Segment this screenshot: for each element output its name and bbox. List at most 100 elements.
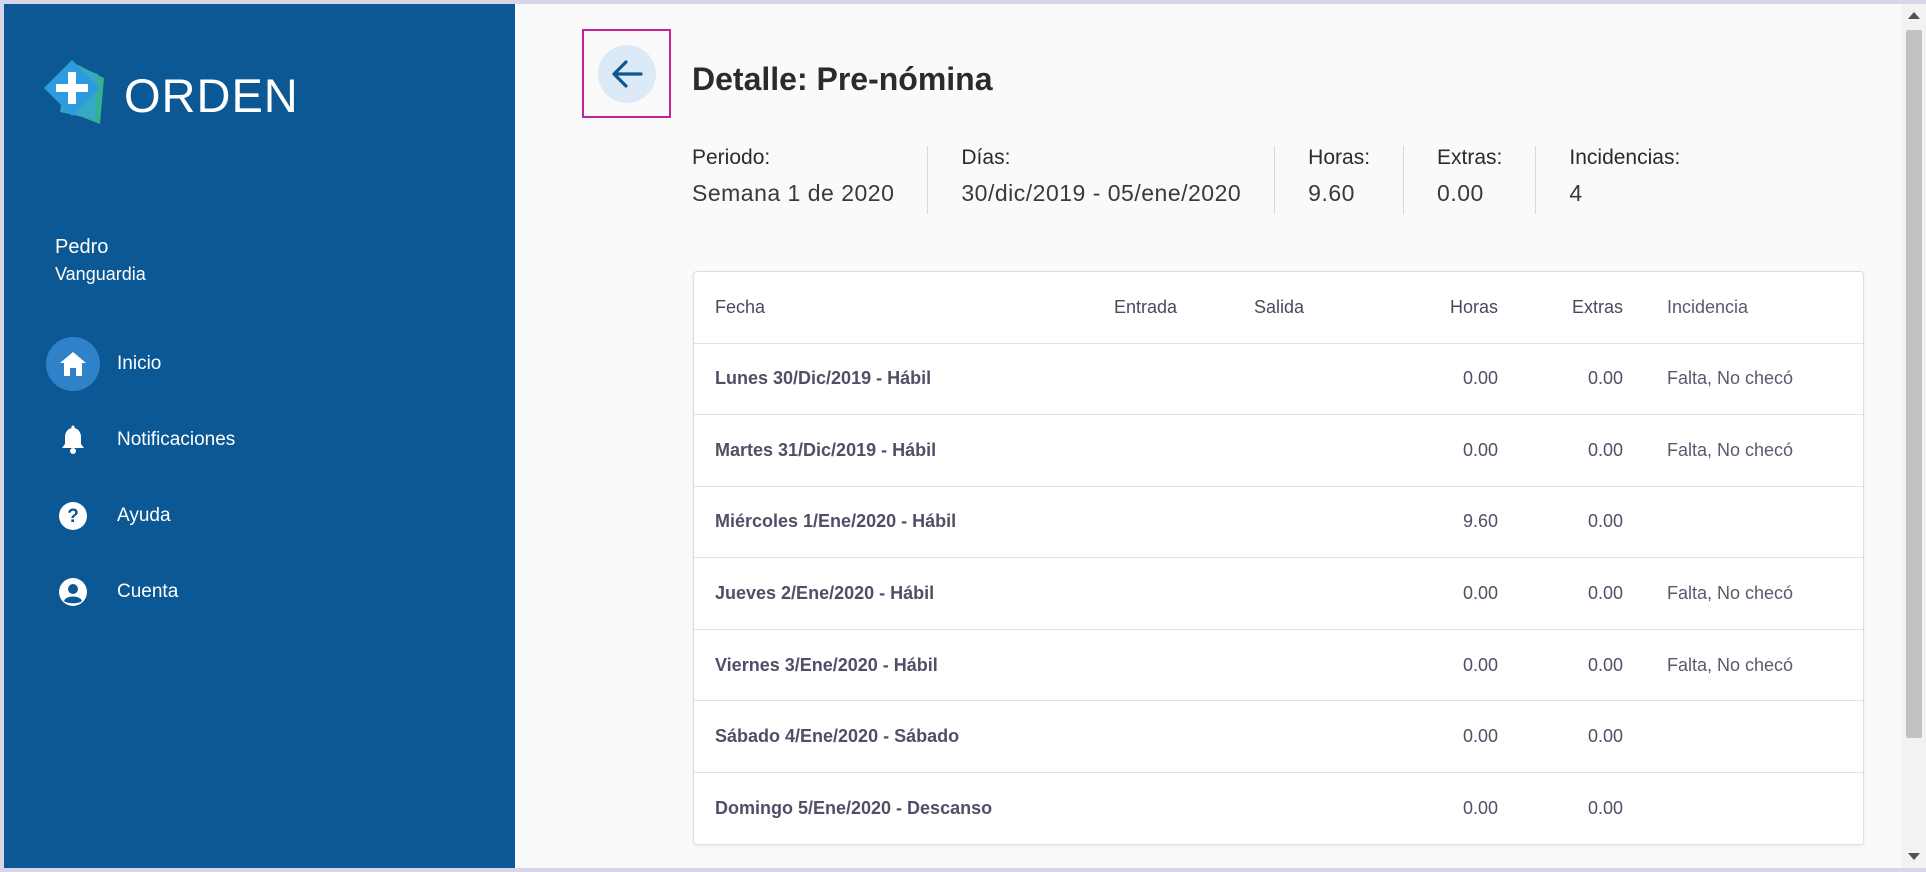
summary-incidencias: Incidencias: 4: [1569, 146, 1713, 214]
summary-horas: Horas: 9.60: [1308, 146, 1405, 214]
back-button[interactable]: [598, 45, 656, 103]
column-header-extras[interactable]: Extras: [1498, 272, 1623, 344]
cell-horas: 0.00: [1395, 557, 1498, 630]
cell-fecha: Domingo 5/Ene/2020 - Descanso: [715, 798, 993, 819]
cell-fecha: Viernes 3/Ene/2020 - Hábil: [694, 629, 1114, 702]
sidebar-item-label: Cuenta: [117, 581, 179, 602]
cell-fecha: Martes 31/Dic/2019 - Hábil: [694, 414, 1114, 487]
sidebar-item-inicio[interactable]: Inicio: [46, 326, 486, 402]
cell-fecha: Jueves 2/Ene/2020 - Hábil: [694, 557, 1114, 630]
cell-salida: [1254, 343, 1395, 416]
summary-label: Horas:: [1308, 146, 1371, 169]
table-row[interactable]: Miércoles 1/Ene/2020 - Hábil 9.60 0.00: [694, 486, 1863, 559]
sidebar: ORDEN Pedro Vanguardia Inicio Notificaci…: [4, 4, 515, 868]
cell-incidencia: [1623, 700, 1863, 774]
summary-value: 0.00: [1437, 180, 1484, 206]
column-header-salida[interactable]: Salida: [1254, 272, 1395, 344]
cell-horas: 0.00: [1395, 629, 1498, 702]
cell-horas: 9.60: [1395, 486, 1498, 559]
summary-label: Incidencias:: [1569, 146, 1681, 169]
account-icon: [46, 565, 100, 619]
column-header-fecha[interactable]: Fecha: [694, 272, 1114, 344]
sidebar-item-notificaciones[interactable]: Notificaciones: [46, 402, 486, 478]
cell-horas: 0.00: [1395, 414, 1498, 487]
scroll-down-icon[interactable]: [1908, 853, 1920, 860]
bell-icon: [46, 413, 100, 467]
cell-entrada: [1114, 343, 1254, 416]
logo: ORDEN: [42, 58, 302, 130]
table-row[interactable]: Sábado 4/Ene/2020 - Sábado 0.00 0.00: [694, 700, 1863, 774]
summary-dias: Días: 30/dic/2019 - 05/ene/2020: [961, 146, 1276, 214]
cell-horas: 0.00: [1395, 343, 1498, 416]
column-header-incidencia[interactable]: Incidencia: [1623, 272, 1863, 344]
cell-salida: [1254, 700, 1395, 774]
attendance-table: Fecha Entrada Salida Horas Extras Incide…: [693, 271, 1864, 845]
column-header-entrada[interactable]: Entrada: [1114, 272, 1254, 344]
sidebar-item-label: Notificaciones: [117, 429, 236, 450]
cell-salida: [1254, 557, 1395, 630]
cell-fecha: Miércoles 1/Ene/2020 - Hábil: [694, 486, 1114, 559]
summary-label: Periodo:: [692, 146, 771, 169]
table-header-row: Fecha Entrada Salida Horas Extras Incide…: [694, 272, 1863, 344]
summary-value: 30/dic/2019 - 05/ene/2020: [961, 180, 1242, 206]
logo-text: ORDEN: [124, 69, 299, 122]
sidebar-item-cuenta[interactable]: Cuenta: [46, 554, 486, 630]
user-first-name: Pedro: [55, 236, 109, 258]
summary-extras: Extras: 0.00: [1437, 146, 1537, 214]
scroll-up-icon[interactable]: [1908, 12, 1920, 19]
home-icon: [46, 337, 100, 391]
table-row[interactable]: Lunes 30/Dic/2019 - Hábil 0.00 0.00 Falt…: [694, 343, 1863, 416]
cell-horas: 0.00: [1462, 798, 1498, 819]
arrow-left-icon: [612, 60, 643, 88]
column-header-horas[interactable]: Horas: [1395, 272, 1498, 344]
sidebar-item-label: Inicio: [117, 353, 162, 374]
summary-value: 9.60: [1308, 180, 1355, 206]
cell-extras: 0.00: [1498, 414, 1623, 487]
table-row[interactable]: Viernes 3/Ene/2020 - Hábil 0.00 0.00 Fal…: [694, 629, 1863, 702]
cell-incidencia: Falta, No checó: [1623, 557, 1863, 630]
sidebar-item-label: Ayuda: [117, 505, 171, 526]
cell-salida: [1254, 629, 1395, 702]
scrollbar-thumb[interactable]: [1906, 30, 1922, 738]
svg-text:?: ?: [67, 506, 79, 527]
cell-entrada: [1114, 629, 1254, 702]
sidebar-item-ayuda[interactable]: ? Ayuda: [46, 478, 486, 554]
cell-incidencia: [1623, 486, 1863, 559]
cell-incidencia: Falta, No checó: [1623, 629, 1863, 702]
main-content: Detalle: Pre-nómina Periodo: Semana 1 de…: [515, 4, 1901, 868]
summary-label: Días:: [961, 146, 1011, 169]
page-title: Detalle: Pre-nómina: [692, 61, 993, 97]
cell-salida: [1254, 414, 1395, 487]
cell-extras: 0.00: [1587, 798, 1623, 819]
cell-entrada: [1114, 773, 1254, 844]
summary-value: Semana 1 de 2020: [692, 180, 895, 206]
cell-incidencia: Falta, No checó: [1623, 343, 1863, 416]
table-row[interactable]: Domingo 5/Ene/2020 - Descanso 0.00 0.00: [694, 773, 1863, 844]
summary-value: 4: [1569, 180, 1583, 206]
cell-horas: 0.00: [1395, 700, 1498, 774]
cell-entrada: [1114, 486, 1254, 559]
cell-extras: 0.00: [1498, 343, 1623, 416]
cell-salida: [1254, 773, 1395, 844]
cell-entrada: [1114, 700, 1254, 774]
back-button-highlight: [582, 29, 671, 118]
sidebar-nav: Inicio Notificaciones ? Ayuda Cuenta: [46, 326, 486, 630]
cell-salida: [1254, 486, 1395, 559]
cell-incidencia: [1623, 773, 1863, 844]
table-row[interactable]: Martes 31/Dic/2019 - Hábil 0.00 0.00 Fal…: [694, 414, 1863, 487]
help-icon: ?: [46, 489, 100, 543]
cell-extras: 0.00: [1498, 629, 1623, 702]
vertical-scrollbar[interactable]: [1901, 4, 1926, 868]
cell-entrada: [1114, 414, 1254, 487]
summary-bar: Periodo: Semana 1 de 2020 Días: 30/dic/2…: [692, 146, 1746, 214]
table-row[interactable]: Jueves 2/Ene/2020 - Hábil 0.00 0.00 Falt…: [694, 557, 1863, 630]
user-last-name: Vanguardia: [55, 264, 146, 284]
logo-mark-icon: [44, 60, 104, 124]
summary-label: Extras:: [1437, 146, 1503, 169]
summary-periodo: Periodo: Semana 1 de 2020: [692, 146, 929, 214]
cell-extras: 0.00: [1498, 700, 1623, 774]
cell-fecha: Lunes 30/Dic/2019 - Hábil: [694, 343, 1114, 416]
cell-entrada: [1114, 557, 1254, 630]
cell-extras: 0.00: [1498, 557, 1623, 630]
cell-extras: 0.00: [1498, 486, 1623, 559]
